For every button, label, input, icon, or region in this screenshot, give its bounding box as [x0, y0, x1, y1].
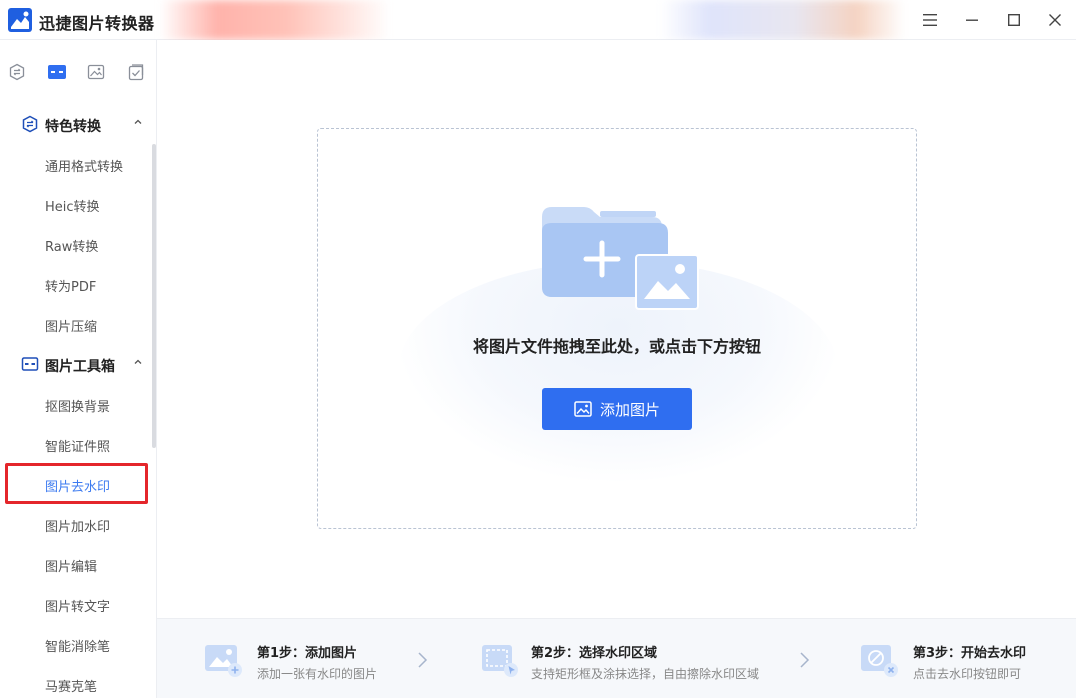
sidebar-item-cutout[interactable]: 抠图换背景 [0, 384, 152, 424]
app-title: 迅捷图片转换器 [39, 14, 155, 33]
step-1-desc: 添加一张有水印的图片 [257, 667, 378, 681]
add-image-button-label: 添加图片 [599, 400, 660, 419]
sidebar-item-label: Raw转换 [45, 240, 99, 255]
add-image-button[interactable]: 添加图片 [542, 388, 692, 430]
drop-zone[interactable]: 将图片文件拖拽至此处，或点击下方按钮 添加图片 [317, 128, 917, 529]
step-3-desc: 点击去水印按钮即可 [913, 667, 1022, 681]
sidebar: 特色转换 通用格式转换 Heic转换 Raw转换 转为PDF 图片压缩 图片工具… [0, 40, 157, 698]
sidebar-item-id-photo[interactable]: 智能证件照 [0, 424, 152, 464]
menu-icon [923, 14, 937, 26]
maximize-icon [1008, 14, 1021, 27]
sidebar-item-general-format[interactable]: 通用格式转换 [0, 144, 152, 184]
toolbox-icon [48, 65, 66, 79]
title-bar: 迅捷图片转换器 [0, 0, 1076, 40]
steps-bar: 第1步：添加图片 添加一张有水印的图片 第2步：选择水印区域 支持矩形框及涂抹选… [157, 618, 1076, 698]
sidebar-item-label: 抠图换背景 [45, 400, 111, 415]
blurred-banner-right [660, 0, 905, 40]
image-icon [574, 401, 592, 417]
step-2-title: 第2步：选择水印区域 [531, 646, 658, 661]
tab-toolbox[interactable] [47, 62, 67, 82]
sidebar-item-label: 图片编辑 [45, 560, 98, 575]
group-label: 特色转换 [45, 119, 101, 135]
maximize-button[interactable] [993, 0, 1035, 40]
sidebar-item-label: 图片压缩 [45, 320, 98, 335]
sidebar-scrollbar[interactable] [152, 144, 156, 448]
convert-icon [9, 63, 25, 81]
group-label: 图片工具箱 [45, 359, 115, 375]
group-feature-convert[interactable]: 特色转换 [0, 104, 152, 144]
image-icon [87, 64, 105, 80]
add-image-step-icon [205, 645, 242, 677]
sidebar-icon-tabs [0, 40, 157, 104]
sidebar-item-label: 马赛克笔 [45, 680, 98, 695]
close-icon [1049, 14, 1061, 26]
chevron-right-icon [800, 652, 810, 668]
sidebar-item-to-pdf[interactable]: 转为PDF [0, 264, 152, 304]
highlight-annotation-box [5, 463, 148, 504]
sidebar-item-label: 智能消除笔 [45, 640, 111, 655]
checklist-icon [128, 64, 144, 81]
tab-image-edit[interactable] [86, 62, 106, 82]
drop-hint-text: 将图片文件拖拽至此处，或点击下方按钮 [472, 337, 761, 356]
minimize-button[interactable] [951, 0, 993, 40]
group-image-toolbox[interactable]: 图片工具箱 [0, 344, 152, 384]
remove-watermark-step-icon [861, 645, 898, 677]
add-folder-illustration-icon [542, 207, 699, 310]
convert-group-icon [22, 115, 38, 133]
select-region-step-icon [482, 645, 518, 677]
sidebar-item-image-to-text[interactable]: 图片转文字 [0, 584, 152, 624]
chevron-up-icon [134, 119, 142, 124]
sidebar-item-label: 智能证件照 [45, 440, 111, 455]
sidebar-item-mosaic-pen[interactable]: 马赛克笔 [0, 664, 152, 698]
chevron-up-icon [134, 359, 142, 364]
sidebar-item-label: 图片转文字 [45, 600, 111, 615]
chevron-right-icon [418, 652, 428, 668]
step-2-desc: 支持矩形框及涂抹选择，自由擦除水印区域 [531, 667, 760, 681]
step-1-title: 第1步：添加图片 [257, 646, 358, 661]
sidebar-item-label: 转为PDF [45, 280, 97, 295]
sidebar-item-add-watermark[interactable]: 图片加水印 [0, 504, 152, 544]
sidebar-item-label: 图片加水印 [45, 520, 111, 535]
blurred-banner-left [160, 0, 390, 40]
app-logo-icon [8, 8, 32, 32]
minimize-icon [966, 19, 978, 21]
tab-tasks[interactable] [126, 62, 146, 82]
sidebar-item-image-edit[interactable]: 图片编辑 [0, 544, 152, 584]
tab-feature-convert[interactable] [7, 62, 27, 82]
main-content: 将图片文件拖拽至此处，或点击下方按钮 添加图片 [157, 40, 1076, 618]
sidebar-item-raw[interactable]: Raw转换 [0, 224, 152, 264]
toolbox-group-icon [21, 357, 39, 371]
menu-button[interactable] [909, 0, 951, 40]
step-3-title: 第3步：开始去水印 [913, 646, 1027, 661]
sidebar-item-compress[interactable]: 图片压缩 [0, 304, 152, 344]
sidebar-item-heic[interactable]: Heic转换 [0, 184, 152, 224]
sidebar-item-label: Heic转换 [45, 200, 100, 215]
sidebar-item-label: 通用格式转换 [45, 160, 124, 175]
sidebar-item-smart-eraser[interactable]: 智能消除笔 [0, 624, 152, 664]
close-button[interactable] [1034, 0, 1076, 40]
